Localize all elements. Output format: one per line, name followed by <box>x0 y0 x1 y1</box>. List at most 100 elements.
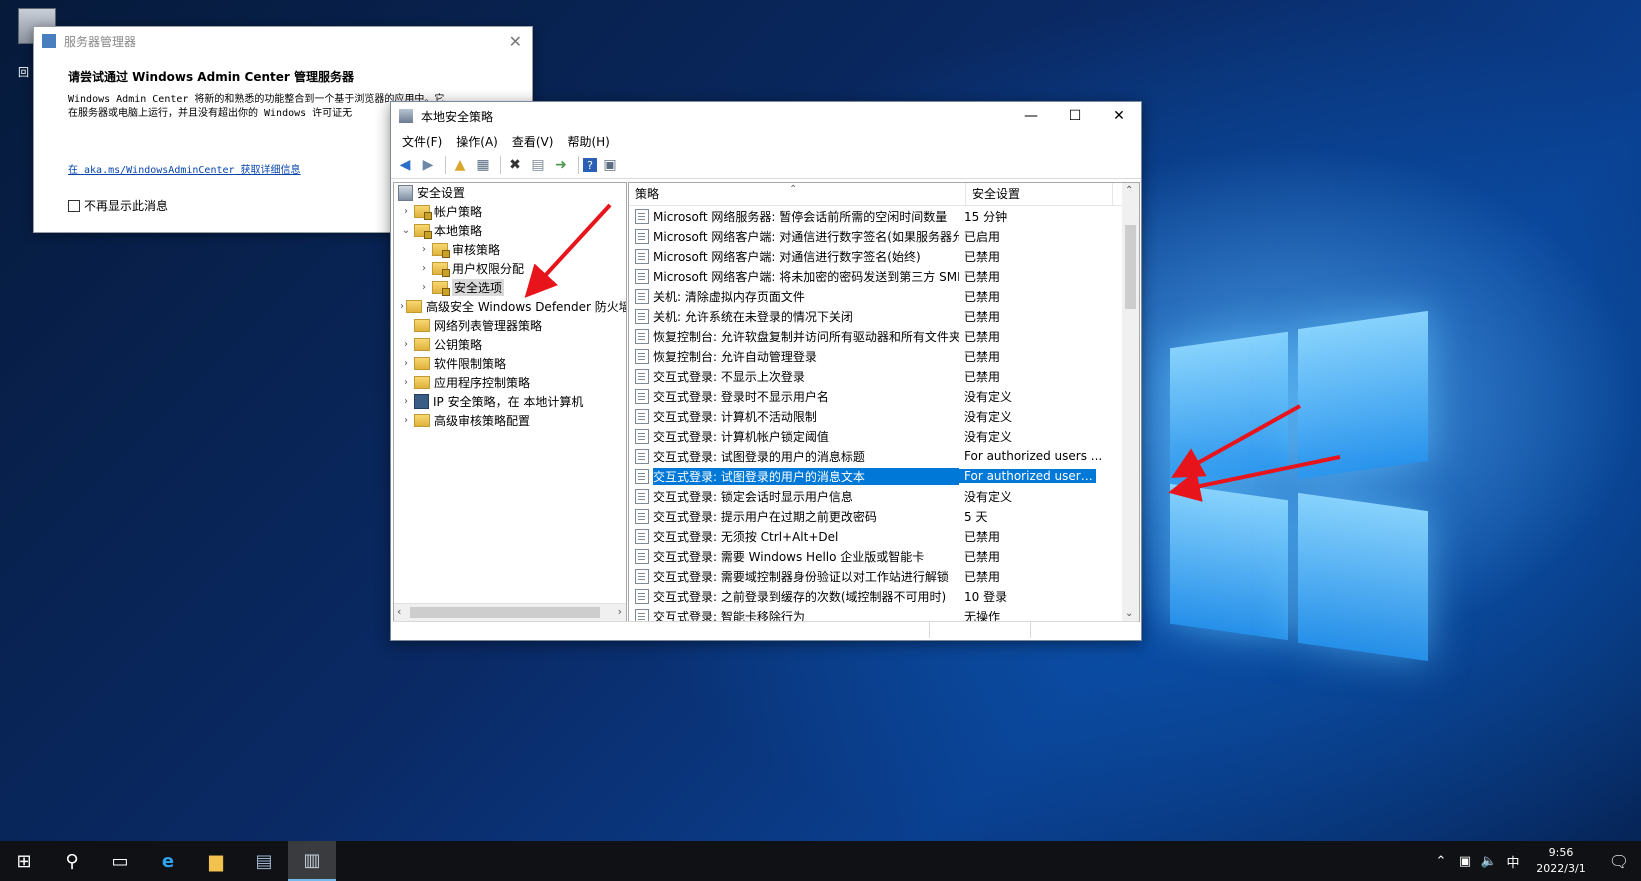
tree-item[interactable]: › 应用程序控制策略 <box>394 373 626 392</box>
scroll-up-icon[interactable]: ⌃ <box>1125 185 1133 196</box>
local-security-policy-taskbar-icon[interactable]: ▥ <box>288 841 336 881</box>
table-row[interactable]: 交互式登录: 需要域控制器身份验证以对工作站进行解锁 已禁用 <box>629 566 1139 586</box>
policy-cell[interactable]: 交互式登录: 提示用户在过期之前更改密码 <box>629 508 959 525</box>
policy-cell[interactable]: 交互式登录: 之前登录到缓存的次数(域控制器不可用时) <box>629 588 959 605</box>
notification-icon[interactable]: 🗨 <box>1597 852 1641 871</box>
chevron-right-icon[interactable]: › <box>400 396 412 407</box>
tree-item[interactable]: › 公钥策略 <box>394 335 626 354</box>
policy-cell[interactable]: Microsoft 网络客户端: 将未加密的密码发送到第三方 SMB... <box>629 268 959 285</box>
delete-icon[interactable]: ✖ <box>505 155 525 175</box>
table-row[interactable]: Microsoft 网络客户端: 对通信进行数字签名(如果服务器允... 已启用 <box>629 226 1139 246</box>
tree-horizontal-scrollbar[interactable]: ‹ › <box>394 603 626 621</box>
maximize-button[interactable]: ☐ <box>1053 102 1097 130</box>
tree-item[interactable]: › 帐户策略 <box>394 202 626 221</box>
scroll-left-icon[interactable]: ‹ <box>397 605 401 618</box>
close-icon[interactable]: ✕ <box>509 32 522 51</box>
help-icon[interactable]: ? <box>583 158 597 172</box>
policy-cell[interactable]: 交互式登录: 计算机帐户锁定阈值 <box>629 428 959 445</box>
policy-cell[interactable]: 交互式登录: 智能卡移除行为 <box>629 608 959 621</box>
tree-item[interactable]: › 安全选项 <box>394 278 626 297</box>
start-windows-icon[interactable]: ⊞ <box>0 841 48 881</box>
column-header-setting[interactable]: 安全设置 <box>966 183 1113 205</box>
scroll-thumb[interactable] <box>1125 225 1136 309</box>
table-row[interactable]: 交互式登录: 锁定会话时显示用户信息 没有定义 <box>629 486 1139 506</box>
policy-cell[interactable]: 交互式登录: 需要 Windows Hello 企业版或智能卡 <box>629 548 959 565</box>
policy-cell[interactable]: 交互式登录: 不显示上次登录 <box>629 368 959 385</box>
properties-icon[interactable]: ▤ <box>528 155 548 175</box>
back-arrow-icon[interactable]: ◀ <box>395 155 415 175</box>
tree-item[interactable]: › 高级审核策略配置 <box>394 411 626 430</box>
table-row[interactable]: 交互式登录: 之前登录到缓存的次数(域控制器不可用时) 10 登录 <box>629 586 1139 606</box>
table-row[interactable]: 交互式登录: 提示用户在过期之前更改密码 5 天 <box>629 506 1139 526</box>
policy-cell[interactable]: Microsoft 网络客户端: 对通信进行数字签名(如果服务器允... <box>629 228 959 245</box>
policy-cell[interactable]: 交互式登录: 无须按 Ctrl+Alt+Del <box>629 528 959 545</box>
tree-item[interactable]: › IP 安全策略，在 本地计算机 <box>394 392 626 411</box>
table-row[interactable]: Microsoft 网络服务器: 暂停会话前所需的空闲时间数量 15 分钟 <box>629 206 1139 226</box>
clock[interactable]: 9:56 2022/3/1 <box>1525 845 1597 877</box>
server-manager-taskbar-icon[interactable]: ▤ <box>240 841 288 881</box>
policy-cell[interactable]: 交互式登录: 计算机不活动限制 <box>629 408 959 425</box>
policy-cell[interactable]: 交互式登录: 试图登录的用户的消息标题 <box>629 448 959 465</box>
chevron-up-icon[interactable]: ⌃ <box>1429 854 1453 869</box>
chevron-right-icon[interactable]: › <box>400 206 412 217</box>
table-row[interactable]: 关机: 清除虚拟内存页面文件 已禁用 <box>629 286 1139 306</box>
policy-cell[interactable]: Microsoft 网络客户端: 对通信进行数字签名(始终) <box>629 248 959 265</box>
menu-view[interactable]: 查看(V) <box>505 133 561 150</box>
tree-item[interactable]: › 高级安全 Windows Defender 防火墙 <box>394 297 626 316</box>
minimize-button[interactable]: — <box>1009 102 1053 130</box>
table-row[interactable]: 恢复控制台: 允许软盘复制并访问所有驱动器和所有文件夹 已禁用 <box>629 326 1139 346</box>
policy-cell[interactable]: 交互式登录: 试图登录的用户的消息文本 <box>629 467 959 485</box>
table-row[interactable]: 恢复控制台: 允许自动管理登录 已禁用 <box>629 346 1139 366</box>
table-row[interactable]: 交互式登录: 需要 Windows Hello 企业版或智能卡 已禁用 <box>629 546 1139 566</box>
table-row[interactable]: 交互式登录: 试图登录的用户的消息标题 For authorized users … <box>629 446 1139 466</box>
policy-cell[interactable]: 关机: 允许系统在未登录的情况下关闭 <box>629 308 959 325</box>
table-row[interactable]: 交互式登录: 智能卡移除行为 无操作 <box>629 606 1139 621</box>
internet-explorer-icon[interactable]: e <box>144 841 192 881</box>
chevron-right-icon[interactable]: › <box>418 263 430 274</box>
scroll-right-icon[interactable]: › <box>618 605 622 618</box>
table-row[interactable]: 关机: 允许系统在未登录的情况下关闭 已禁用 <box>629 306 1139 326</box>
policy-cell[interactable]: 交互式登录: 锁定会话时显示用户信息 <box>629 488 959 505</box>
policy-cell[interactable]: 交互式登录: 登录时不显示用户名 <box>629 388 959 405</box>
tree-item[interactable]: › 用户权限分配 <box>394 259 626 278</box>
tree-item[interactable]: ⌄ 本地策略 <box>394 221 626 240</box>
table-row[interactable]: 交互式登录: 试图登录的用户的消息文本 For authorized users … <box>629 466 1139 486</box>
volume-muted-icon[interactable]: 🔈 <box>1477 854 1501 869</box>
chevron-right-icon[interactable]: › <box>400 339 412 350</box>
chevron-right-icon[interactable]: › <box>418 282 430 293</box>
task-view-icon[interactable]: ▭ <box>96 841 144 881</box>
table-row[interactable]: 交互式登录: 无须按 Ctrl+Alt+Del 已禁用 <box>629 526 1139 546</box>
export-list-icon[interactable]: ➜ <box>551 155 571 175</box>
policy-cell[interactable]: 交互式登录: 需要域控制器身份验证以对工作站进行解锁 <box>629 568 959 585</box>
table-row[interactable]: 交互式登录: 登录时不显示用户名 没有定义 <box>629 386 1139 406</box>
scroll-thumb[interactable] <box>410 607 600 618</box>
table-row[interactable]: 交互式登录: 计算机不活动限制 没有定义 <box>629 406 1139 426</box>
table-row[interactable]: Microsoft 网络客户端: 将未加密的密码发送到第三方 SMB... 已禁用 <box>629 266 1139 286</box>
tree-item[interactable]: › 软件限制策略 <box>394 354 626 373</box>
show-action-pane-icon[interactable]: ▣ <box>600 155 620 175</box>
up-folder-icon[interactable]: ▲ <box>450 155 470 175</box>
column-header-policy[interactable]: ⌃ 策略 <box>629 183 966 205</box>
forward-arrow-icon[interactable]: ▶ <box>418 155 438 175</box>
menu-file[interactable]: 文件(F) <box>395 133 449 150</box>
chevron-right-icon[interactable]: › <box>400 301 404 312</box>
search-icon[interactable]: ⚲ <box>48 841 96 881</box>
chevron-right-icon[interactable]: › <box>418 244 430 255</box>
chevron-right-icon[interactable]: › <box>400 415 412 426</box>
chevron-right-icon[interactable]: › <box>400 358 412 369</box>
list-vertical-scrollbar[interactable]: ⌃ ⌄ <box>1122 183 1139 621</box>
policy-cell[interactable]: Microsoft 网络服务器: 暂停会话前所需的空闲时间数量 <box>629 208 959 225</box>
table-row[interactable]: 交互式登录: 不显示上次登录 已禁用 <box>629 366 1139 386</box>
tree-root[interactable]: 安全设置 <box>394 183 626 202</box>
menu-action[interactable]: 操作(A) <box>449 133 505 150</box>
policy-cell[interactable]: 关机: 清除虚拟内存页面文件 <box>629 288 959 305</box>
close-button[interactable]: ✕ <box>1097 102 1141 130</box>
checkbox-icon[interactable] <box>68 199 80 212</box>
file-explorer-icon[interactable]: ▆ <box>192 841 240 881</box>
scroll-down-icon[interactable]: ⌄ <box>1125 608 1133 619</box>
menu-help[interactable]: 帮助(H) <box>560 133 616 150</box>
ime-indicator[interactable]: 中 <box>1501 852 1525 871</box>
chevron-right-icon[interactable]: › <box>400 377 412 388</box>
table-row[interactable]: Microsoft 网络客户端: 对通信进行数字签名(始终) 已禁用 <box>629 246 1139 266</box>
tree-item[interactable]: 网络列表管理器策略 <box>394 316 626 335</box>
